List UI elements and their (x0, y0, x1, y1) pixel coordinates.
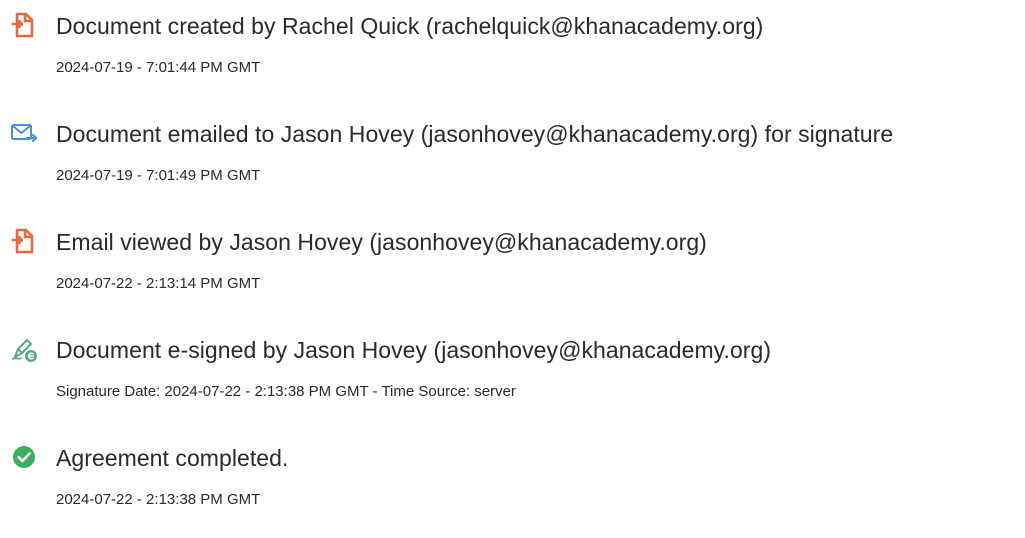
event-timestamp: 2024-07-19 - 7:01:49 PM GMT (56, 167, 261, 184)
event-timestamp: 2024-07-19 - 7:01:44 PM GMT (56, 59, 261, 76)
event-description: Agreement completed. (56, 445, 289, 471)
event-timestamp: 2024-07-22 - 2:13:38 PM GMT (56, 491, 261, 508)
event-timestamp: Signature Date: 2024-07-22 - 2:13:38 PM … (56, 383, 516, 400)
email-viewed-icon (10, 227, 38, 255)
email-sent-icon (10, 119, 38, 147)
event-description: Document created by Rachel Quick (rachel… (56, 13, 764, 39)
event-description: Document e-signed by Jason Hovey (jasonh… (56, 337, 772, 363)
event-description: Document emailed to Jason Hovey (jasonho… (56, 121, 894, 147)
document-created-icon (10, 11, 38, 39)
audit-event-agreement-completed: Agreement completed. 2024-07-22 - 2:13:3… (0, 432, 1025, 522)
audit-event-document-created: Document created by Rachel Quick (rachel… (0, 0, 1025, 90)
event-description: Email viewed by Jason Hovey (jasonhovey@… (56, 229, 707, 255)
audit-event-email-viewed: Email viewed by Jason Hovey (jasonhovey@… (0, 216, 1025, 306)
audit-history-list: Document created by Rachel Quick (rachel… (0, 0, 1025, 538)
audit-event-document-emailed: Document emailed to Jason Hovey (jasonho… (0, 108, 1025, 198)
e-signed-pen-icon (10, 335, 38, 363)
agreement-completed-check-icon (10, 443, 38, 471)
audit-event-document-e-signed: Document e-signed by Jason Hovey (jasonh… (0, 324, 1025, 414)
event-timestamp: 2024-07-22 - 2:13:14 PM GMT (56, 275, 261, 292)
